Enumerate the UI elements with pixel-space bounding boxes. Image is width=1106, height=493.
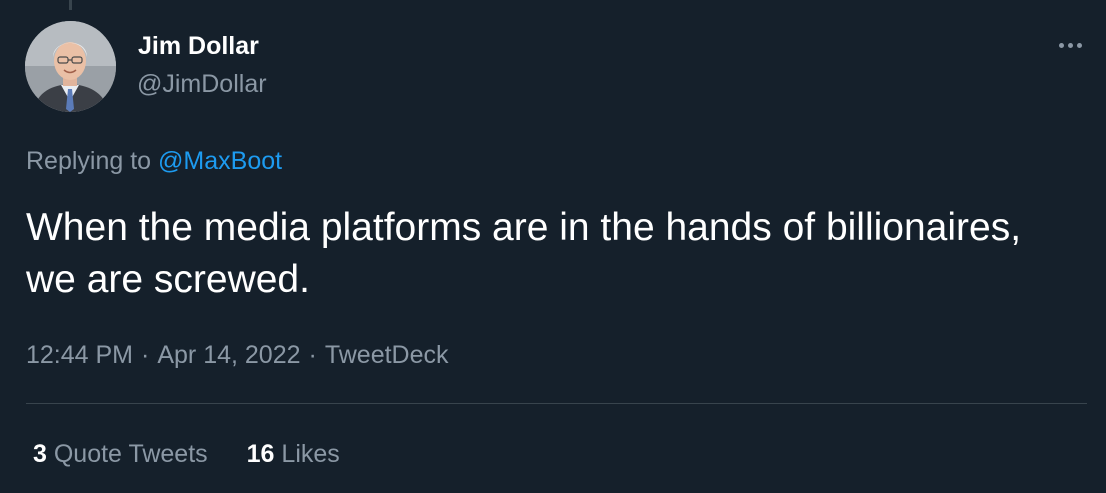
thread-connector-line — [69, 0, 72, 10]
meta-separator: · — [308, 341, 317, 369]
avatar[interactable] — [25, 21, 116, 112]
tweet-source[interactable]: TweetDeck — [325, 341, 449, 369]
profile-photo-avatar-icon — [25, 21, 116, 112]
likes-label: Likes — [281, 440, 340, 468]
reply-context: Replying to @MaxBoot — [26, 146, 282, 176]
tweet-time[interactable]: 12:44 PM — [26, 341, 133, 369]
tweet-date[interactable]: Apr 14, 2022 — [157, 341, 300, 369]
divider — [26, 403, 1087, 404]
quote-tweets-label: Quote Tweets — [53, 440, 208, 468]
reply-mention-link[interactable]: @MaxBoot — [158, 147, 282, 175]
tweet-meta: 12:44 PM · Apr 14, 2022 · TweetDeck — [26, 340, 449, 370]
more-horizontal-icon-dot — [1067, 42, 1073, 48]
tweet-text: When the media platforms are in the hand… — [26, 206, 1022, 301]
likes-link[interactable]: 16 Likes — [247, 439, 340, 469]
meta-separator: · — [141, 341, 150, 369]
quote-tweets-link[interactable]: 3 Quote Tweets — [33, 439, 208, 469]
author-display-name[interactable]: Jim Dollar — [138, 32, 259, 60]
more-options-button[interactable] — [1052, 30, 1088, 60]
more-horizontal-icon-dot — [1076, 42, 1082, 48]
tweet-stats: 3 Quote Tweets 16 Likes — [33, 439, 340, 469]
reply-context-prefix: Replying to — [26, 147, 152, 175]
quote-tweets-count: 3 — [33, 440, 47, 468]
author-handle[interactable]: @JimDollar — [137, 70, 267, 98]
more-horizontal-icon — [1058, 42, 1064, 48]
likes-count: 16 — [246, 440, 275, 468]
